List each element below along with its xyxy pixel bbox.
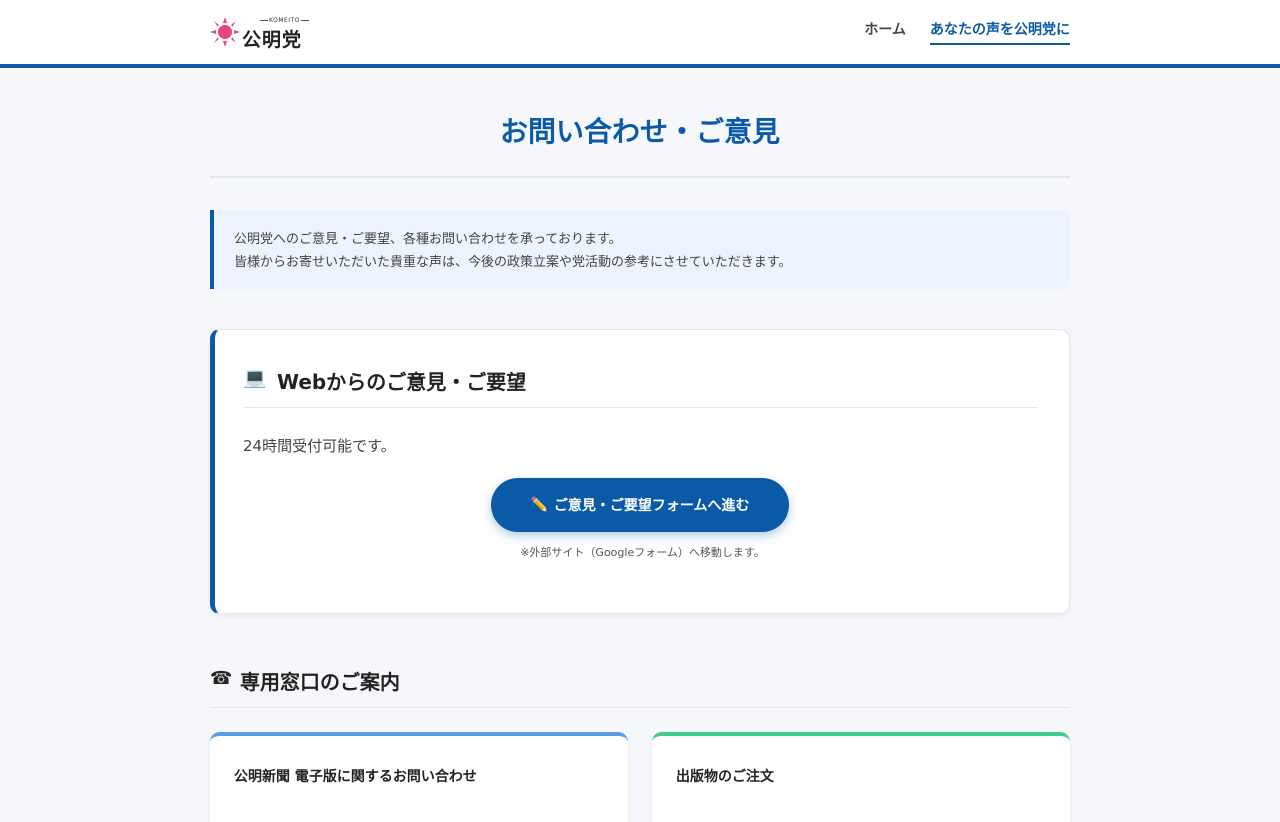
contact-section-header: ☎ 専用窓口のご案内 [210, 666, 1070, 708]
sun-logo-icon [210, 17, 240, 47]
pencil-icon: ✏️ [530, 497, 548, 513]
page-title: お問い合わせ・ご意見 [499, 115, 780, 148]
web-card-header: 💻 Webからのご意見・ご要望 [243, 366, 1038, 408]
feedback-form-button-label: ご意見・ご要望フォームへ進む [553, 498, 750, 514]
site-header: KOMEITO 公明党 ホーム あなたの声を公明党に [0, 0, 1280, 68]
main-nav: ホーム あなたの声を公明党に [864, 20, 1070, 45]
logo-subtext: KOMEITO [259, 17, 310, 24]
laptop-icon: 💻 [243, 367, 267, 389]
feedback-form-button[interactable]: ✏️ ご意見・ご要望フォームへ進む [491, 478, 789, 532]
external-site-note: ※外部サイト（Googleフォーム）へ移動します。 [520, 546, 765, 559]
publication-order-card: 出版物のご注文 [652, 732, 1070, 822]
intro-line-1: 公明党へのご意見・ご要望、各種お問い合わせを承っております。 [234, 232, 622, 247]
web-card-text: 24時間受付可能です。 [243, 437, 396, 455]
newspaper-contact-card: 公明新聞 電子版に関するお問い合わせ [210, 732, 628, 822]
nav-item-voice[interactable]: あなたの声を公明党に [930, 20, 1070, 45]
web-feedback-card: 💻 Webからのご意見・ご要望 24時間受付可能です。 ✏️ ご意見・ご要望フォ… [210, 329, 1070, 614]
intro-box: 公明党へのご意見・ご要望、各種お問い合わせを承っております。 皆様からお寄せいた… [210, 210, 1070, 289]
intro-line-2: 皆様からお寄せいただいた貴重な声は、今後の政策立案や党活動の参考にさせていただき… [234, 255, 792, 270]
title-divider [210, 176, 1070, 178]
publication-order-title: 出版物のご注文 [676, 769, 774, 785]
nav-item-home[interactable]: ホーム [864, 20, 906, 45]
komeito-logo[interactable]: KOMEITO 公明党 [209, 14, 319, 51]
logo-name: 公明党 [242, 29, 303, 51]
newspaper-contact-title: 公明新聞 電子版に関するお問い合わせ [234, 769, 477, 785]
phone-icon: ☎ [210, 668, 233, 689]
contact-section-title: 専用窓口のご案内 [240, 670, 400, 694]
web-card-title: Webからのご意見・ご要望 [277, 370, 527, 394]
